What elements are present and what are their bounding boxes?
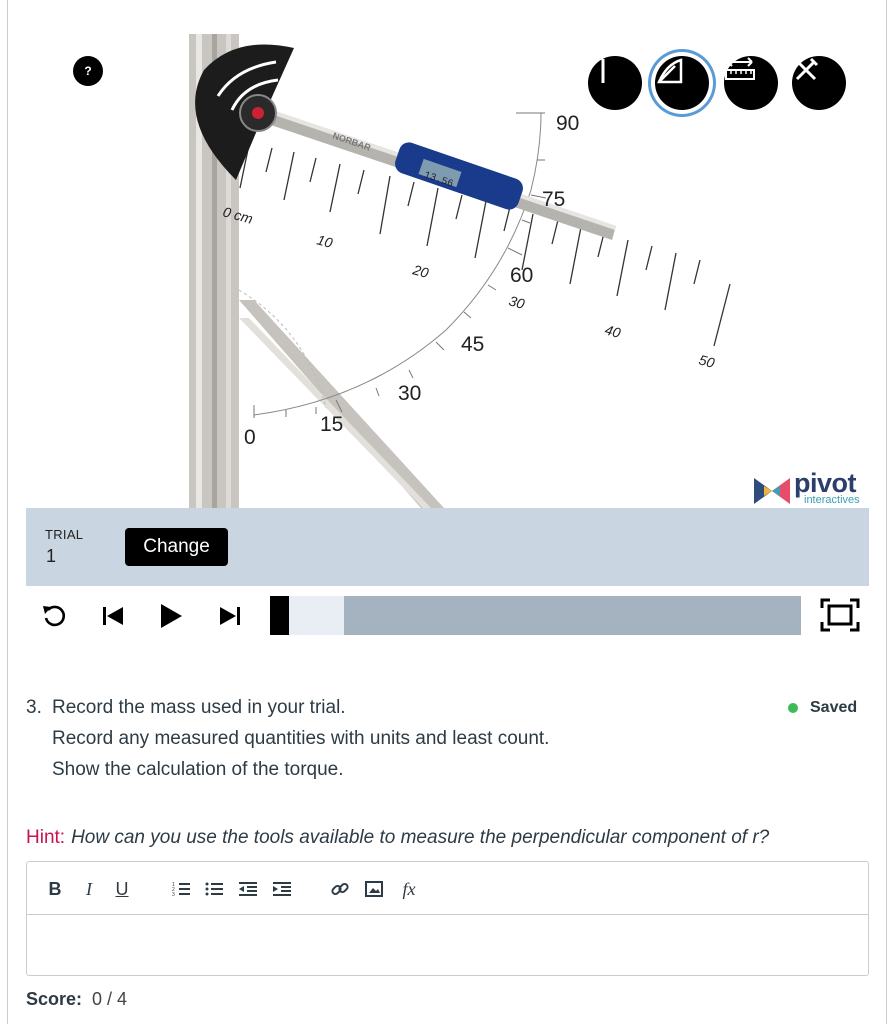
outdent-icon xyxy=(239,882,257,896)
link-button[interactable] xyxy=(330,877,350,901)
trial-bar: TRIAL 1 Change xyxy=(26,508,869,586)
score-label: Score: xyxy=(26,989,83,1009)
save-status: Saved xyxy=(788,699,857,717)
skip-back-icon xyxy=(103,607,123,625)
angle-label-0: 0 xyxy=(244,426,256,449)
outdent-button[interactable] xyxy=(238,877,258,901)
angle-label-60: 60 xyxy=(510,264,533,287)
pivot-logo-mark xyxy=(754,478,790,504)
hint: Hint: How can you use the tools available… xyxy=(26,827,769,849)
link-icon xyxy=(331,882,349,896)
help-button[interactable]: ? xyxy=(73,56,103,86)
ruler-label-40: 40 xyxy=(603,321,622,341)
indent-icon xyxy=(273,882,291,896)
replay-icon xyxy=(43,605,66,627)
change-trial-button[interactable]: Change xyxy=(125,528,228,566)
tools-button[interactable] xyxy=(792,56,846,110)
question-line-1: Record the mass used in your trial. xyxy=(52,697,346,718)
unordered-list-icon xyxy=(205,882,223,896)
video-scene[interactable]: 0 15 30 45 60 75 90 0 cm 10 20 30 40 50 … xyxy=(26,0,869,508)
unordered-list-button[interactable] xyxy=(204,877,224,901)
saved-dot-icon xyxy=(788,703,798,713)
score-value: 0 / 4 xyxy=(92,989,128,1009)
answer-input[interactable] xyxy=(27,915,868,975)
hint-label: Hint: xyxy=(26,827,66,848)
ordered-list-icon: 123 xyxy=(172,882,190,897)
pivot-logo-sub: interactives xyxy=(804,494,860,506)
trial-label: TRIAL xyxy=(45,527,84,542)
previous-frame-button[interactable] xyxy=(96,596,130,636)
replay-button[interactable] xyxy=(37,596,71,636)
question-line-3: Show the calculation of the torque. xyxy=(52,759,344,780)
question-number: 3. xyxy=(26,697,42,718)
ruler-label-30: 30 xyxy=(507,292,526,312)
ruler-label-10: 10 xyxy=(315,231,334,251)
skip-forward-icon xyxy=(220,607,240,625)
score: Score: 0 / 4 xyxy=(26,989,127,1010)
bold-button[interactable]: B xyxy=(47,877,63,901)
angle-label-45: 45 xyxy=(461,333,484,356)
line-tool-button[interactable] xyxy=(588,56,642,110)
fullscreen-button[interactable] xyxy=(820,598,860,632)
trial-number: 1 xyxy=(46,546,57,566)
equation-button[interactable]: fx xyxy=(398,877,420,901)
next-frame-button[interactable] xyxy=(213,596,247,636)
line-icon xyxy=(601,59,605,83)
answer-editor: B I U 123 fx xyxy=(26,861,869,976)
protractor-tool-button[interactable] xyxy=(655,56,709,110)
fullscreen-icon xyxy=(820,598,860,632)
angle-label-30: 30 xyxy=(398,382,421,405)
ordered-list-button[interactable]: 123 xyxy=(171,877,191,901)
image-icon xyxy=(365,881,383,897)
save-status-label: Saved xyxy=(810,699,858,716)
play-button[interactable] xyxy=(154,596,188,636)
hint-text: How can you use the tools available to m… xyxy=(71,827,770,848)
italic-button[interactable]: I xyxy=(81,877,97,901)
ruler-label-20: 20 xyxy=(410,261,430,281)
play-icon xyxy=(161,604,182,628)
svg-text:3: 3 xyxy=(172,892,175,897)
ruler-icon xyxy=(725,57,755,80)
ruler-label-50: 50 xyxy=(697,351,716,371)
help-label: ? xyxy=(84,64,92,78)
video-player-controls xyxy=(26,586,869,646)
ruler-tool-button[interactable] xyxy=(724,56,778,110)
angle-label-90: 90 xyxy=(556,112,579,135)
angle-label-75: 75 xyxy=(542,188,565,211)
pivot-logo: pivot interactives xyxy=(754,468,869,508)
angle-label-15: 15 xyxy=(320,413,343,436)
wrench-screwdriver-icon xyxy=(793,57,819,81)
editor-toolbar: B I U 123 fx xyxy=(27,862,868,915)
video-scrubber[interactable] xyxy=(270,596,801,635)
image-button[interactable] xyxy=(364,877,384,901)
underline-button[interactable]: U xyxy=(113,877,131,901)
protractor-icon xyxy=(657,58,683,84)
scrubber-handle[interactable] xyxy=(270,596,289,635)
question-line-2: Record any measured quantities with unit… xyxy=(52,728,550,749)
indent-button[interactable] xyxy=(272,877,292,901)
